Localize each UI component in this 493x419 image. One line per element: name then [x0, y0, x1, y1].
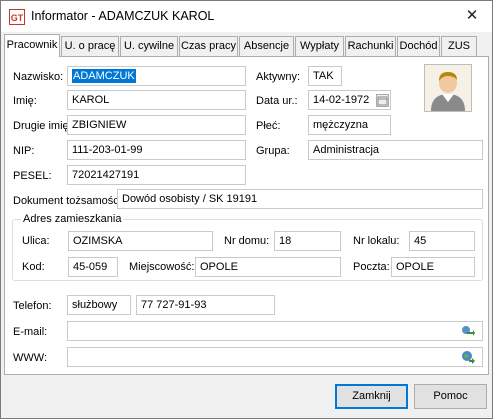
surname-field[interactable]: ADAMCZUK — [67, 66, 246, 86]
group-label: Grupa: — [256, 145, 290, 157]
post-office-field[interactable]: OPOLE — [391, 257, 475, 277]
street-field[interactable]: OZIMSKA — [68, 231, 213, 251]
tab-zus[interactable]: ZUS — [441, 36, 477, 56]
postcode-field[interactable]: 45-059 — [68, 257, 118, 277]
tab-wyplaty[interactable]: Wypłaty — [295, 36, 344, 56]
tab-pracownik[interactable]: Pracownik — [4, 34, 60, 57]
window-title: Informator - ADAMCZUK KAROL — [31, 9, 215, 23]
svg-text:GT: GT — [11, 13, 24, 23]
second-name-label: Drugie imię: — [13, 120, 72, 132]
sex-field[interactable]: mężczyzna — [308, 115, 391, 135]
email-label: E-mail: — [13, 326, 48, 338]
active-field[interactable]: TAK — [308, 66, 342, 86]
tab-umowy-cywilne[interactable]: U. cywilne — [120, 36, 178, 56]
address-group: Adres zamieszkania Ulica: OZIMSKA Nr dom… — [12, 213, 483, 281]
informator-window: GT Informator - ADAMCZUK KAROL ✕ Pracown… — [0, 0, 493, 419]
send-email-icon[interactable] — [461, 324, 475, 338]
www-label: WWW: — [13, 352, 48, 364]
active-label: Aktywny: — [256, 71, 301, 83]
city-label: Miejscowość: — [129, 261, 195, 273]
tab-panel-pracownik: Nazwisko: ADAMCZUK Imię: KAROL Drugie im… — [4, 56, 489, 375]
help-button[interactable]: Pomoc — [414, 384, 487, 409]
phone-type-field[interactable]: służbowy — [67, 295, 131, 315]
www-field[interactable] — [67, 347, 483, 367]
flat-number-field[interactable]: 45 — [409, 231, 475, 251]
postcode-label: Kod: — [22, 261, 45, 273]
tab-dochod[interactable]: Dochód — [397, 36, 440, 56]
pesel-label: PESEL: — [13, 170, 52, 182]
street-label: Ulica: — [22, 235, 50, 247]
email-field[interactable] — [67, 321, 483, 341]
id-document-field[interactable]: Dowód osobisty / SK 19191 — [117, 189, 483, 209]
employee-photo[interactable] — [424, 64, 472, 112]
birth-date-value: 14-02-1972 — [313, 94, 370, 106]
house-number-field[interactable]: 18 — [274, 231, 341, 251]
id-document-label: Dokument tożsamości: — [13, 195, 125, 207]
calendar-icon[interactable] — [376, 94, 389, 107]
firstname-field[interactable]: KAROL — [67, 90, 246, 110]
close-icon[interactable]: ✕ — [460, 5, 484, 27]
surname-value: ADAMCZUK — [72, 69, 136, 83]
open-web-icon[interactable] — [461, 350, 475, 364]
address-group-title: Adres zamieszkania — [21, 213, 124, 225]
app-logo-icon: GT — [9, 9, 25, 25]
tab-umowa-o-prace[interactable]: U. o pracę — [61, 36, 119, 56]
flat-number-label: Nr lokalu: — [353, 235, 400, 247]
surname-label: Nazwisko: — [13, 71, 64, 83]
close-button[interactable]: Zamknij — [335, 384, 408, 409]
house-number-label: Nr domu: — [224, 235, 270, 247]
nip-field[interactable]: 111-203-01-99 — [67, 140, 246, 160]
title-bar: GT Informator - ADAMCZUK KAROL ✕ — [1, 1, 492, 32]
tab-czas-pracy[interactable]: Czas pracy — [179, 36, 238, 56]
sex-label: Płeć: — [256, 120, 281, 132]
tab-absencje[interactable]: Absencje — [239, 36, 294, 56]
nip-label: NIP: — [13, 145, 35, 157]
birth-label: Data ur.: — [256, 95, 298, 107]
tab-rachunki[interactable]: Rachunki — [345, 36, 396, 56]
firstname-label: Imię: — [13, 95, 37, 107]
post-office-label: Poczta: — [353, 261, 390, 273]
second-name-field[interactable]: ZBIGNIEW — [67, 115, 246, 135]
phone-label: Telefon: — [13, 300, 52, 312]
phone-field[interactable]: 77 727-91-93 — [136, 295, 275, 315]
group-field[interactable]: Administracja — [308, 140, 483, 160]
pesel-field[interactable]: 72021427191 — [67, 165, 246, 185]
city-field[interactable]: OPOLE — [195, 257, 341, 277]
